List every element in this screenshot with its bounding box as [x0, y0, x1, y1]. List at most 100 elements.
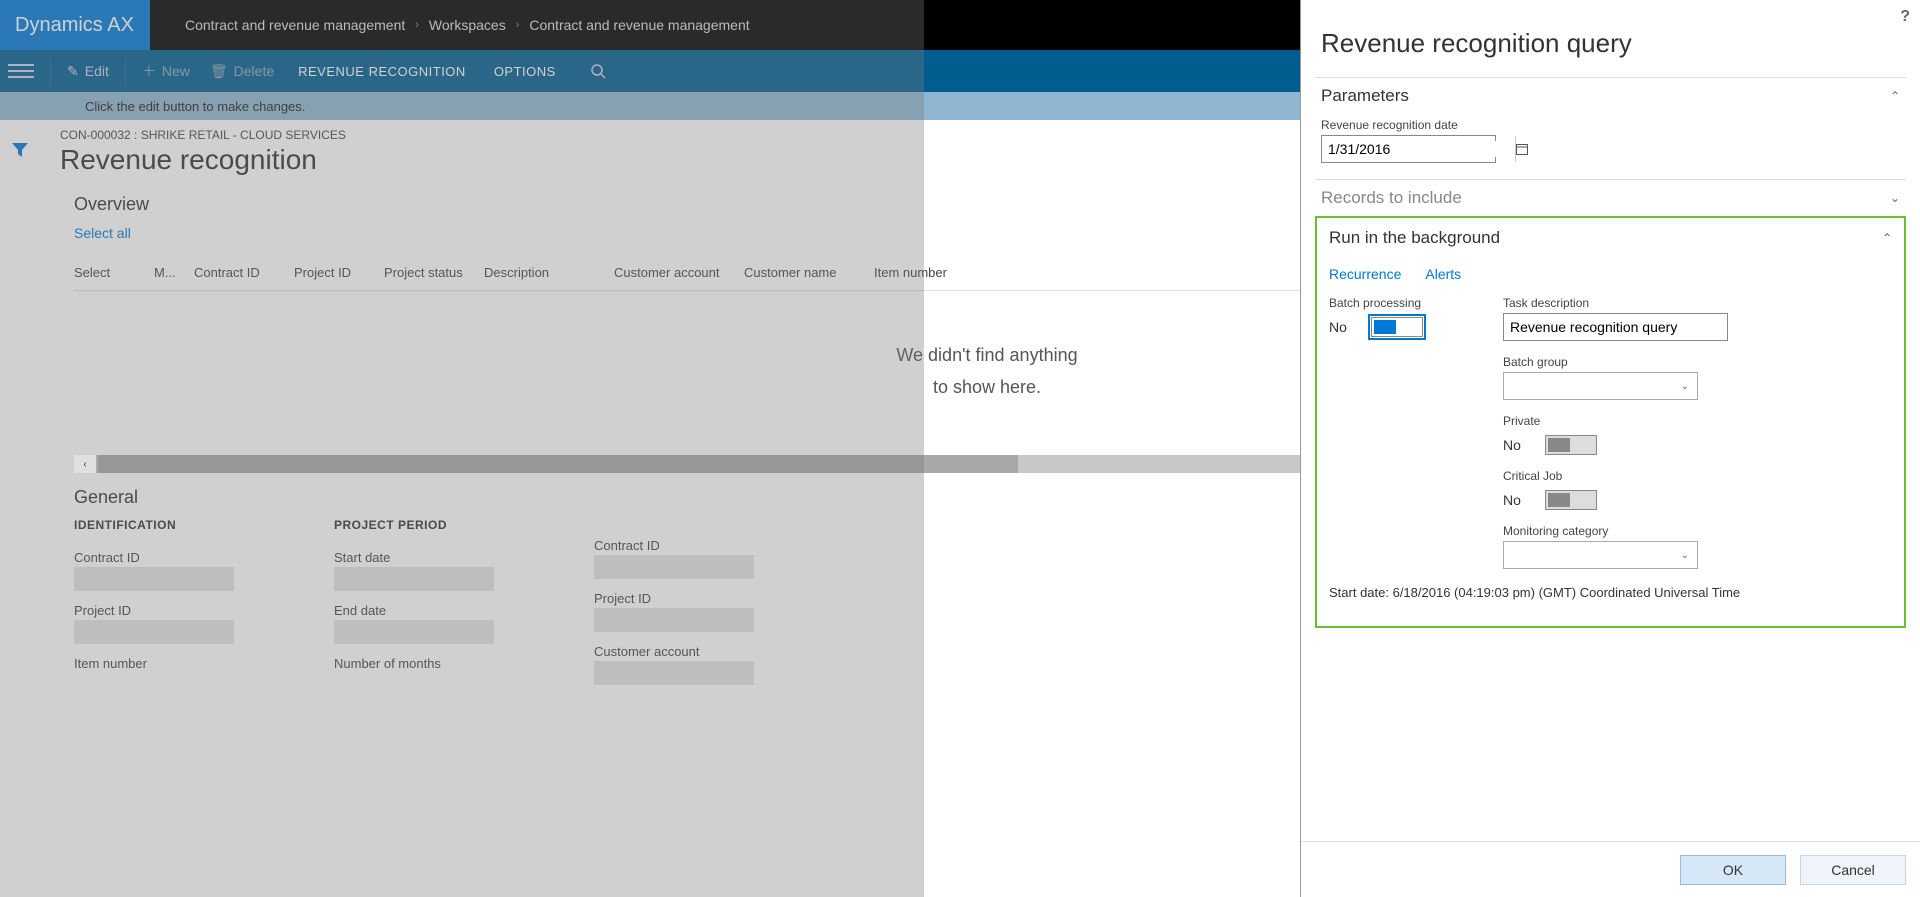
chevron-right-icon: › [415, 19, 419, 31]
delete-button[interactable]: 🗑 Delete [200, 57, 284, 86]
trash-icon: 🗑 [210, 63, 228, 80]
project-period-group: PROJECT PERIOD Start date End date Numbe… [334, 518, 494, 685]
contract-id2-field [594, 555, 754, 579]
empty-line1: We didn't find anything [896, 345, 1077, 365]
col-item-number[interactable]: Item number [874, 265, 974, 284]
identification-group: IDENTIFICATION Contract ID Project ID It… [74, 518, 234, 685]
contract-id2-label: Contract ID [594, 538, 754, 553]
rev-date-input[interactable] [1321, 135, 1496, 163]
tab-revenue-recognition[interactable]: REVENUE RECOGNITION [284, 58, 480, 85]
task-description-label: Task description [1503, 296, 1728, 310]
ok-button[interactable]: OK [1680, 855, 1786, 885]
col-description[interactable]: Description [484, 265, 614, 284]
records-header[interactable]: Records to include ⌄ [1315, 180, 1906, 216]
start-date-label: Start date [334, 550, 494, 565]
tab-options[interactable]: OPTIONS [480, 58, 570, 85]
search-icon [590, 63, 606, 79]
background-fasttab: Run in the background ⌃ Recurrence Alert… [1323, 220, 1898, 616]
parameters-header[interactable]: Parameters ⌃ [1315, 78, 1906, 114]
col-select[interactable]: Select [74, 265, 154, 284]
contract-id-label: Contract ID [74, 550, 234, 565]
monitoring-category-label: Monitoring category [1503, 524, 1728, 538]
critical-job-label: Critical Job [1503, 469, 1728, 483]
pencil-icon: ✎ [67, 63, 79, 80]
chevron-down-icon: ⌄ [1681, 550, 1689, 561]
dialog-footer: OK Cancel [1301, 841, 1920, 897]
monitoring-category-select[interactable]: ⌄ [1503, 541, 1698, 569]
project-id-field [74, 620, 234, 644]
scroll-thumb[interactable] [98, 455, 1018, 473]
extra-group: Contract ID Project ID Customer account [594, 538, 754, 685]
parameters-label: Parameters [1321, 86, 1409, 106]
filter-pane-toggle[interactable] [0, 120, 40, 180]
recurrence-link[interactable]: Recurrence [1329, 266, 1401, 282]
num-months-label: Number of months [334, 656, 494, 671]
chevron-up-icon: ⌃ [1882, 231, 1892, 245]
customer-account-label: Customer account [594, 644, 754, 659]
col-project-status[interactable]: Project status [384, 265, 484, 284]
delete-label: Delete [234, 63, 274, 79]
records-fasttab: Records to include ⌄ [1315, 179, 1906, 216]
critical-job-value: No [1503, 492, 1531, 508]
batch-processing-toggle[interactable] [1371, 317, 1423, 337]
breadcrumb-item[interactable]: Workspaces [429, 17, 506, 33]
private-label: Private [1503, 414, 1728, 428]
col-project-id[interactable]: Project ID [294, 265, 384, 284]
rev-date-label: Revenue recognition date [1321, 118, 1900, 132]
calendar-icon[interactable] [1515, 136, 1528, 162]
private-toggle[interactable] [1545, 435, 1597, 455]
critical-job-toggle[interactable] [1545, 490, 1597, 510]
project-period-heading: PROJECT PERIOD [334, 518, 494, 532]
project-id-label: Project ID [74, 603, 234, 618]
search-button[interactable] [580, 57, 616, 85]
dialog-title: Revenue recognition query [1301, 0, 1920, 77]
batch-processing-label: Batch processing [1329, 296, 1423, 310]
menu-icon[interactable] [8, 58, 34, 84]
alerts-link[interactable]: Alerts [1425, 266, 1461, 282]
batch-group-label: Batch group [1503, 355, 1728, 369]
col-m[interactable]: M... [154, 265, 194, 284]
chevron-down-icon: ⌄ [1681, 381, 1689, 392]
edit-label: Edit [85, 63, 109, 79]
dialog-panel: ? Revenue recognition query Parameters ⌃… [1300, 0, 1920, 897]
scroll-left-icon[interactable]: ‹ [74, 455, 96, 473]
project-id2-label: Project ID [594, 591, 754, 606]
batch-processing-value: No [1329, 319, 1357, 335]
empty-line2: to show here. [933, 377, 1041, 397]
filter-icon [12, 143, 28, 157]
brand-logo[interactable]: Dynamics AX [0, 0, 150, 50]
select-all-link[interactable]: Select all [74, 225, 131, 241]
new-button[interactable]: ＋ New [132, 55, 200, 87]
separator [50, 57, 51, 85]
breadcrumb: Contract and revenue management › Worksp… [150, 17, 750, 33]
new-label: New [162, 63, 190, 79]
task-description-input[interactable] [1503, 313, 1728, 341]
batch-group-select[interactable]: ⌄ [1503, 372, 1698, 400]
col-contract-id[interactable]: Contract ID [194, 265, 294, 284]
separator [125, 57, 126, 85]
identification-heading: IDENTIFICATION [74, 518, 234, 532]
end-date-label: End date [334, 603, 494, 618]
col-customer-name[interactable]: Customer name [744, 265, 874, 284]
customer-account-field [594, 661, 754, 685]
end-date-field [334, 620, 494, 644]
start-date-field [334, 567, 494, 591]
private-value: No [1503, 437, 1531, 453]
background-header[interactable]: Run in the background ⌃ [1323, 220, 1898, 256]
background-label: Run in the background [1329, 228, 1500, 248]
rev-date-field[interactable] [1322, 141, 1515, 157]
cancel-button[interactable]: Cancel [1800, 855, 1906, 885]
chevron-right-icon: › [516, 19, 520, 31]
col-customer-account[interactable]: Customer account [614, 265, 744, 284]
help-icon[interactable]: ? [1900, 8, 1910, 26]
parameters-fasttab: Parameters ⌃ Revenue recognition date [1315, 77, 1906, 179]
start-date-text: Start date: 6/18/2016 (04:19:03 pm) (GMT… [1329, 585, 1892, 600]
contract-id-field [74, 567, 234, 591]
run-in-background-highlight: Run in the background ⌃ Recurrence Alert… [1315, 216, 1906, 628]
breadcrumb-item[interactable]: Contract and revenue management [185, 17, 405, 33]
chevron-down-icon: ⌄ [1890, 191, 1900, 205]
breadcrumb-item[interactable]: Contract and revenue management [529, 17, 749, 33]
edit-button[interactable]: ✎ Edit [57, 57, 119, 86]
records-label: Records to include [1321, 188, 1462, 208]
item-number-label: Item number [74, 656, 234, 671]
